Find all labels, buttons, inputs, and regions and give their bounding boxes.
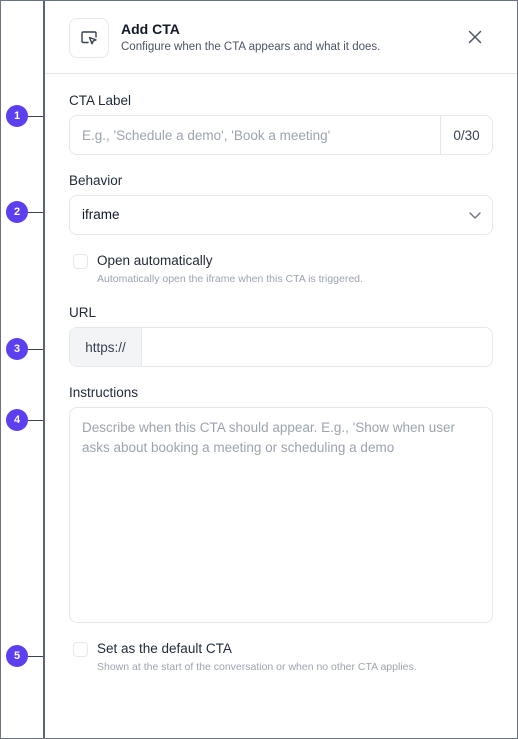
- close-icon: [468, 30, 482, 44]
- annotation-line-4: [28, 420, 44, 421]
- add-cta-panel: Add CTA Configure when the CTA appears a…: [43, 1, 517, 738]
- annotation-marker-1: 1: [6, 105, 28, 127]
- default-cta-help: Shown at the start of the conversation o…: [97, 661, 417, 673]
- url-input[interactable]: [143, 328, 492, 366]
- default-cta-label: Set as the default CTA: [97, 641, 232, 656]
- cta-label-heading: CTA Label: [69, 93, 132, 108]
- url-heading: URL: [69, 305, 97, 320]
- header-icon-box: [69, 18, 109, 58]
- annotation-marker-5: 5: [6, 645, 28, 667]
- chevron-down-icon: [469, 212, 481, 219]
- annotation-line-2: [28, 212, 44, 213]
- cta-label-input[interactable]: [70, 116, 442, 154]
- annotation-line-5: [28, 656, 44, 657]
- url-field: https://: [69, 327, 493, 367]
- annotation-marker-2: 2: [6, 201, 28, 223]
- close-button[interactable]: [463, 25, 487, 49]
- open-automatically-help: Automatically open the iframe when this …: [97, 273, 363, 285]
- default-cta-checkbox[interactable]: [73, 642, 88, 657]
- instructions-textarea[interactable]: [69, 407, 493, 623]
- panel-subtitle: Configure when the CTA appears and what …: [121, 41, 381, 53]
- behavior-select[interactable]: iframe: [69, 195, 493, 235]
- open-automatically-label: Open automatically: [97, 253, 213, 268]
- annotation-line-3: [28, 349, 44, 350]
- cursor-click-screen-icon: [81, 31, 97, 45]
- open-automatically-checkbox[interactable]: [73, 254, 88, 269]
- instructions-heading: Instructions: [69, 385, 139, 400]
- cta-label-field: 0/30: [69, 115, 493, 155]
- cta-label-counter: 0/30: [440, 116, 492, 154]
- annotation-marker-4: 4: [6, 409, 28, 431]
- panel-header: Add CTA Configure when the CTA appears a…: [45, 1, 517, 74]
- behavior-heading: Behavior: [69, 173, 123, 188]
- url-prefix: https://: [70, 328, 142, 366]
- annotation-line-1: [28, 116, 44, 117]
- annotation-marker-3: 3: [6, 338, 28, 360]
- behavior-selected-value: iframe: [82, 207, 120, 222]
- panel-title: Add CTA: [121, 21, 180, 37]
